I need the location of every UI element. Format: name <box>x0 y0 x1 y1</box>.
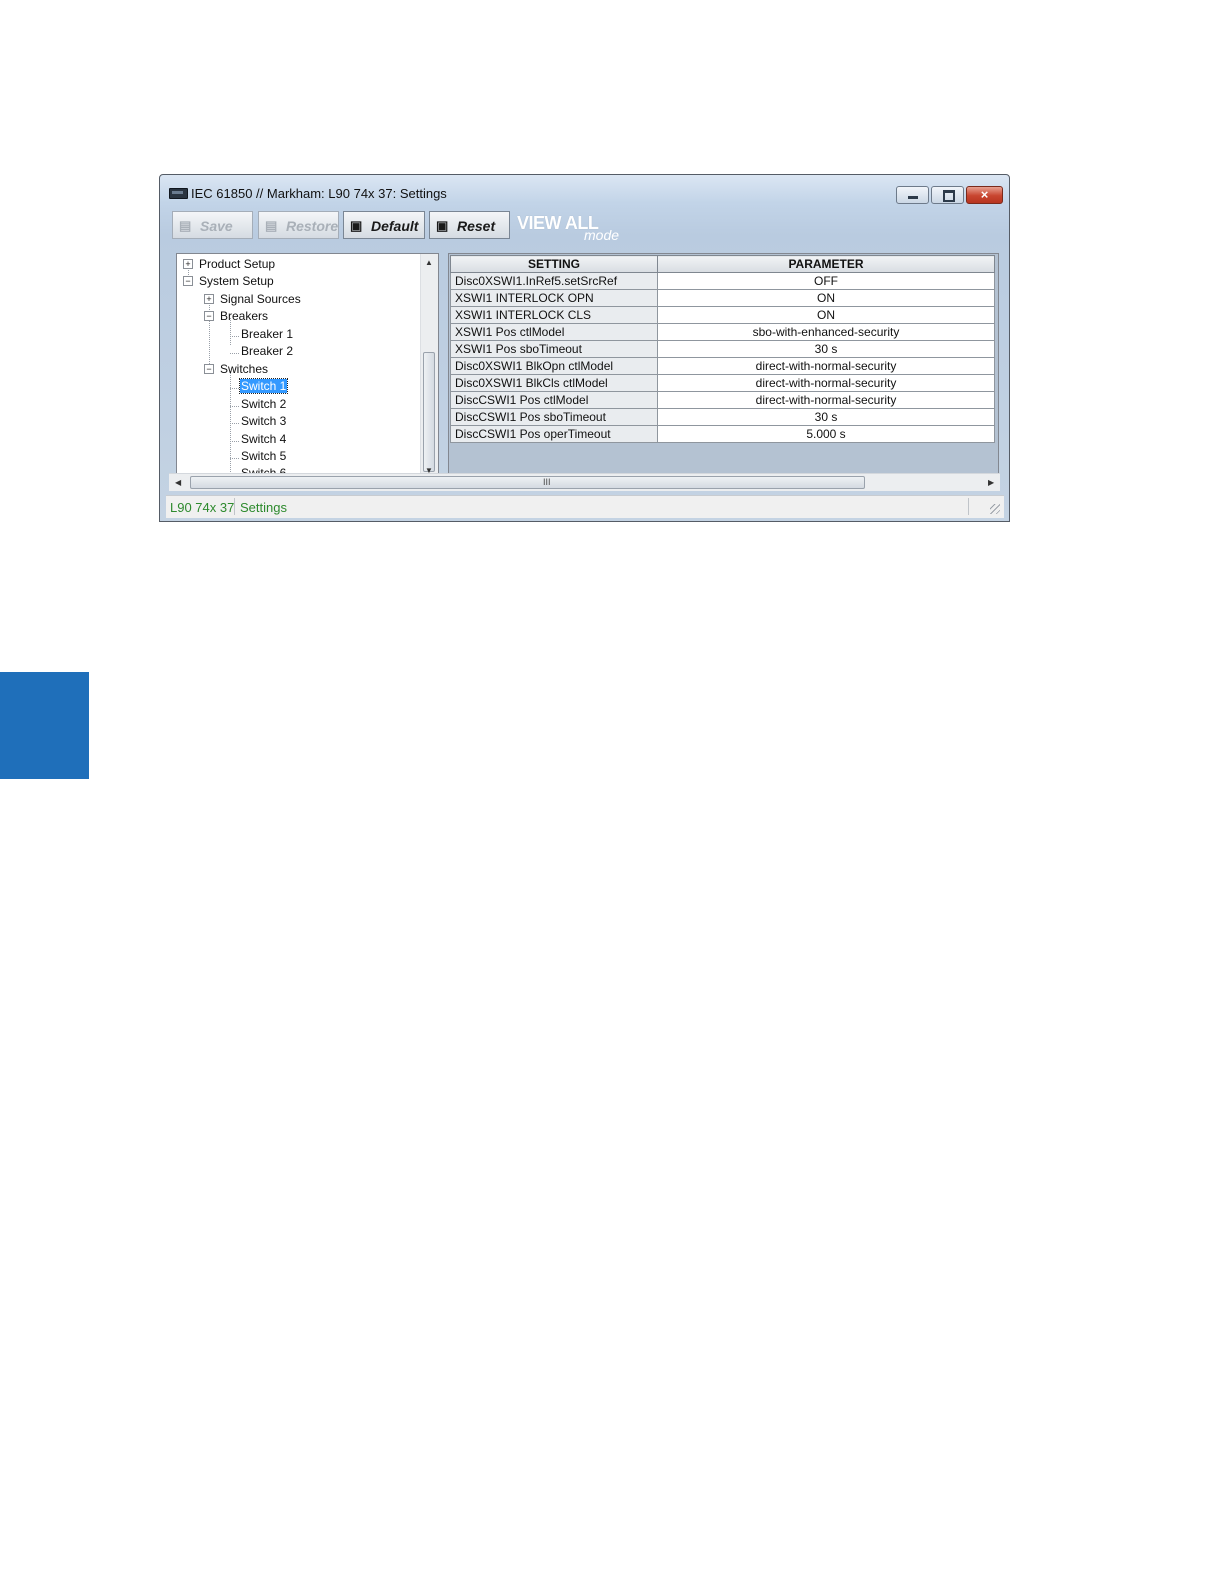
table-row: XSWI1 Pos sboTimeout 30 s <box>450 340 995 358</box>
setting-name: XSWI1 Pos ctlModel <box>450 323 658 341</box>
tree-item-switch-5[interactable]: Switch 5 <box>241 448 286 464</box>
settings-window: IEC 61850 // Markham: L90 74x 37: Settin… <box>159 174 1010 522</box>
tree-item-breaker-1[interactable]: Breaker 1 <box>241 326 293 342</box>
default-icon: ▣ <box>350 218 363 233</box>
setting-name: XSWI1 INTERLOCK OPN <box>450 289 658 307</box>
table-row: DiscCSWI1 Pos ctlModel direct-with-normal… <box>450 391 995 409</box>
tree-item-label: Switches <box>220 362 269 376</box>
collapse-icon[interactable]: − <box>204 364 214 374</box>
view-mode-label: mode <box>584 227 620 243</box>
status-bar: L90 74x 37 Settings <box>166 495 1004 518</box>
restore-button[interactable]: ▤ Restore <box>258 211 339 239</box>
tree-item-label: Switch 1 <box>238 378 289 394</box>
scroll-left-icon[interactable]: ◀ <box>175 478 181 487</box>
parameter-value[interactable]: 30 s <box>657 408 995 426</box>
minimize-button[interactable] <box>896 186 929 204</box>
tree-item-label: Breakers <box>220 309 269 323</box>
table-row: XSWI1 Pos ctlModel sbo-with-enhanced-secu… <box>450 323 995 341</box>
parameter-value[interactable]: direct-with-normal-security <box>657 391 995 409</box>
save-icon: ▤ <box>179 218 192 233</box>
expand-icon[interactable]: + <box>204 294 214 304</box>
scroll-grip: III <box>543 477 551 487</box>
setting-name: Disc0XSWI1 BlkOpn ctlModel <box>450 357 658 375</box>
tree-item-switch-4[interactable]: Switch 4 <box>241 431 286 447</box>
status-device: L90 74x 37 <box>170 500 235 515</box>
tree-item-switch-2[interactable]: Switch 2 <box>241 396 286 412</box>
setting-name: DiscCSWI1 Pos ctlModel <box>450 391 658 409</box>
column-header-parameter[interactable]: PARAMETER <box>657 255 995 273</box>
expand-icon[interactable]: + <box>183 259 193 269</box>
table-row: XSWI1 INTERLOCK OPN ON <box>450 289 995 307</box>
parameter-value[interactable]: direct-with-normal-security <box>657 357 995 375</box>
status-mode: Settings <box>240 500 287 515</box>
device-icon <box>169 188 188 199</box>
table-row: Disc0XSWI1.InRef5.setSrcRef OFF <box>450 272 995 290</box>
title-bar[interactable]: IEC 61850 // Markham: L90 74x 37: Settin… <box>160 175 1009 213</box>
collapse-icon[interactable]: − <box>204 311 214 321</box>
parameter-value[interactable]: OFF <box>657 272 995 290</box>
parameter-value[interactable]: direct-with-normal-security <box>657 374 995 392</box>
settings-table: SETTING PARAMETER Disc0XSWI1.InRef5.setS… <box>450 255 995 443</box>
tree-item-label: Product Setup <box>199 257 276 271</box>
maximize-button[interactable] <box>931 186 964 204</box>
parameter-value[interactable]: 30 s <box>657 340 995 358</box>
restore-icon: ▤ <box>265 218 278 233</box>
parameter-value[interactable]: sbo-with-enhanced-security <box>657 323 995 341</box>
column-header-setting[interactable]: SETTING <box>450 255 658 273</box>
window-title: IEC 61850 // Markham: L90 74x 37: Settin… <box>191 186 447 201</box>
parameter-value[interactable]: ON <box>657 306 995 324</box>
resize-grip-icon[interactable] <box>990 504 1000 514</box>
tree-item-switch-3[interactable]: Switch 3 <box>241 413 286 429</box>
table-row: Disc0XSWI1 BlkCls ctlModel direct-with-no… <box>450 374 995 392</box>
tree-vertical-scrollbar[interactable]: ▲ ▼ <box>420 254 438 475</box>
table-row: DiscCSWI1 Pos operTimeout 5.000 s <box>450 425 995 443</box>
close-icon: × <box>980 187 989 202</box>
setting-name: XSWI1 Pos sboTimeout <box>450 340 658 358</box>
collapse-icon[interactable]: − <box>183 276 193 286</box>
scroll-right-icon[interactable]: ▶ <box>988 478 994 487</box>
setting-name: Disc0XSWI1.InRef5.setSrcRef <box>450 272 658 290</box>
tree-item-switch-1[interactable]: Switch 1 <box>238 378 289 394</box>
setting-name: XSWI1 INTERLOCK CLS <box>450 306 658 324</box>
setting-name: DiscCSWI1 Pos sboTimeout <box>450 408 658 426</box>
close-button[interactable]: × <box>966 186 1003 204</box>
reset-label: Reset <box>457 218 496 234</box>
table-row: DiscCSWI1 Pos sboTimeout 30 s <box>450 408 995 426</box>
settings-tree[interactable]: + Product Setup − System Setup + Signal … <box>176 253 439 476</box>
table-row: Disc0XSWI1 BlkOpn ctlModel direct-with-no… <box>450 357 995 375</box>
scroll-up-icon[interactable]: ▲ <box>425 258 433 267</box>
tree-item-label: Signal Sources <box>220 292 301 306</box>
default-button[interactable]: ▣ Default <box>343 211 425 239</box>
setting-name: Disc0XSWI1 BlkCls ctlModel <box>450 374 658 392</box>
save-label: Save <box>200 218 233 234</box>
horizontal-scrollbar[interactable]: ◀ III ▶ <box>169 473 1000 491</box>
tree-scroll-thumb[interactable] <box>423 352 435 472</box>
save-button[interactable]: ▤ Save <box>172 211 253 239</box>
restore-label: Restore <box>286 218 339 234</box>
setting-name: DiscCSWI1 Pos operTimeout <box>450 425 658 443</box>
reset-icon: ▣ <box>436 218 449 233</box>
chapter-side-tab <box>0 672 89 779</box>
tree-item-label: System Setup <box>199 274 274 288</box>
reset-button[interactable]: ▣ Reset <box>429 211 510 239</box>
parameter-value[interactable]: ON <box>657 289 995 307</box>
default-label: Default <box>371 218 419 234</box>
settings-grid: SETTING PARAMETER Disc0XSWI1.InRef5.setS… <box>448 253 999 476</box>
tree-item-breaker-2[interactable]: Breaker 2 <box>241 343 293 359</box>
horizontal-scroll-thumb[interactable]: III <box>190 476 865 489</box>
table-row: XSWI1 INTERLOCK CLS ON <box>450 306 995 324</box>
parameter-value[interactable]: 5.000 s <box>657 425 995 443</box>
